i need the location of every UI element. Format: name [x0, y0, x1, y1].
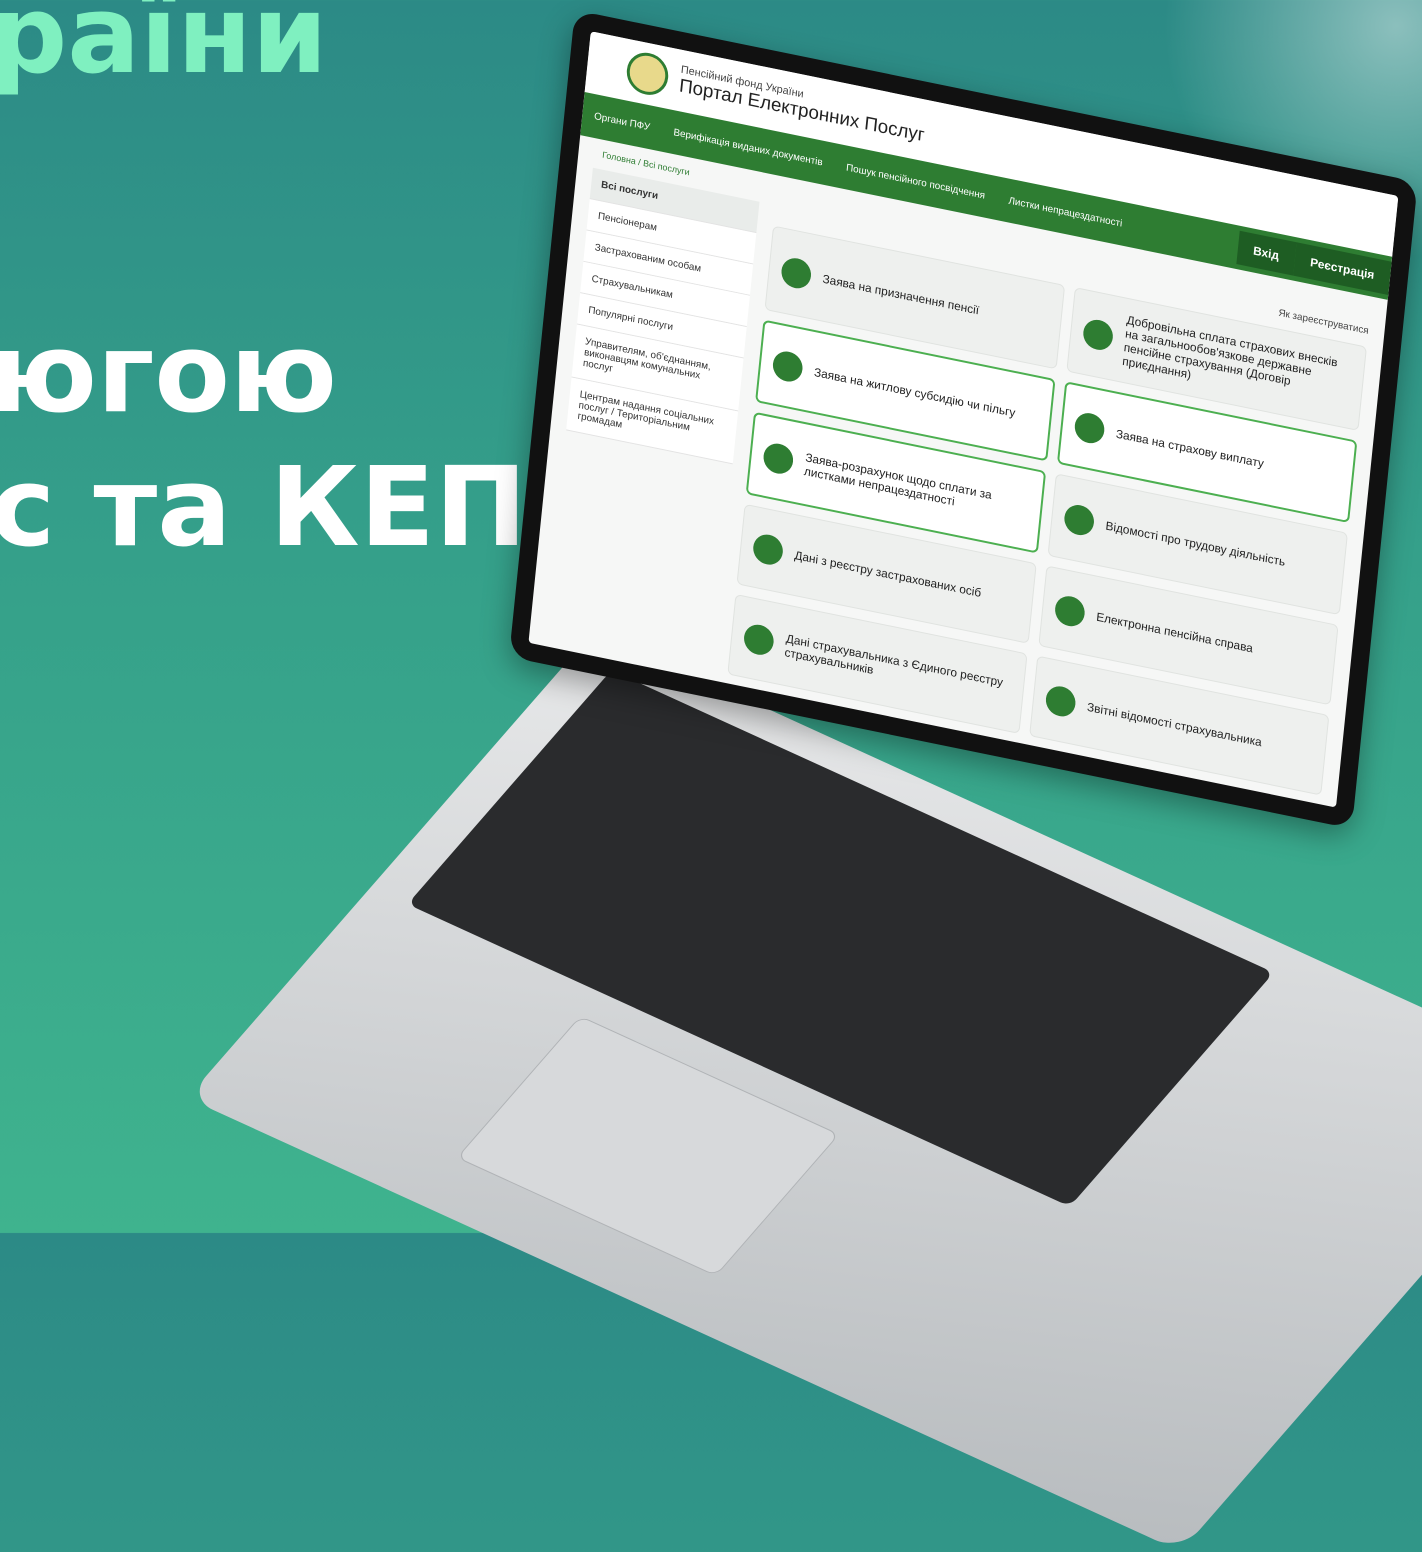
- shield-icon: [751, 531, 785, 568]
- service-card-label: Заява-розрахунок щодо сплати за листками…: [803, 450, 993, 509]
- document-icon: [762, 440, 795, 477]
- document-icon: [780, 255, 813, 291]
- service-card-label: Заява на житлову субсидію чи пільгу: [813, 365, 1016, 420]
- service-card-label: Дані з реєстру застрахованих осіб: [793, 548, 982, 600]
- headline-line-3: с та КЕП: [0, 443, 527, 571]
- pfu-logo-icon: [624, 49, 671, 99]
- document-icon: [1073, 410, 1106, 446]
- nav-item[interactable]: Органи ПФУ: [582, 108, 662, 135]
- document-icon: [771, 348, 804, 385]
- headline-line-1: раїни: [0, 0, 328, 98]
- service-card-label: Звітні відомості страхувальника: [1086, 699, 1263, 750]
- service-card-label: Заява на страхову виплату: [1115, 426, 1265, 471]
- document-icon: [1053, 593, 1087, 629]
- document-icon: [1044, 683, 1077, 720]
- document-icon: [1081, 317, 1115, 353]
- service-card-label: Заява на призначення пенсії: [822, 271, 980, 318]
- service-card-label: Відомості про трудову діяльність: [1104, 518, 1286, 569]
- service-card-label: Добровільна сплата страхових внесків на …: [1121, 312, 1339, 388]
- headline-line-2: югою: [0, 309, 337, 437]
- service-card-label: Дані страхувальника з Єдиного реєстру ст…: [783, 631, 1004, 690]
- login-button[interactable]: Вхід: [1235, 230, 1297, 276]
- service-card-label: Електронна пенсійна справа: [1095, 609, 1254, 656]
- shield-icon: [742, 622, 776, 658]
- envelope-icon: [1062, 502, 1096, 538]
